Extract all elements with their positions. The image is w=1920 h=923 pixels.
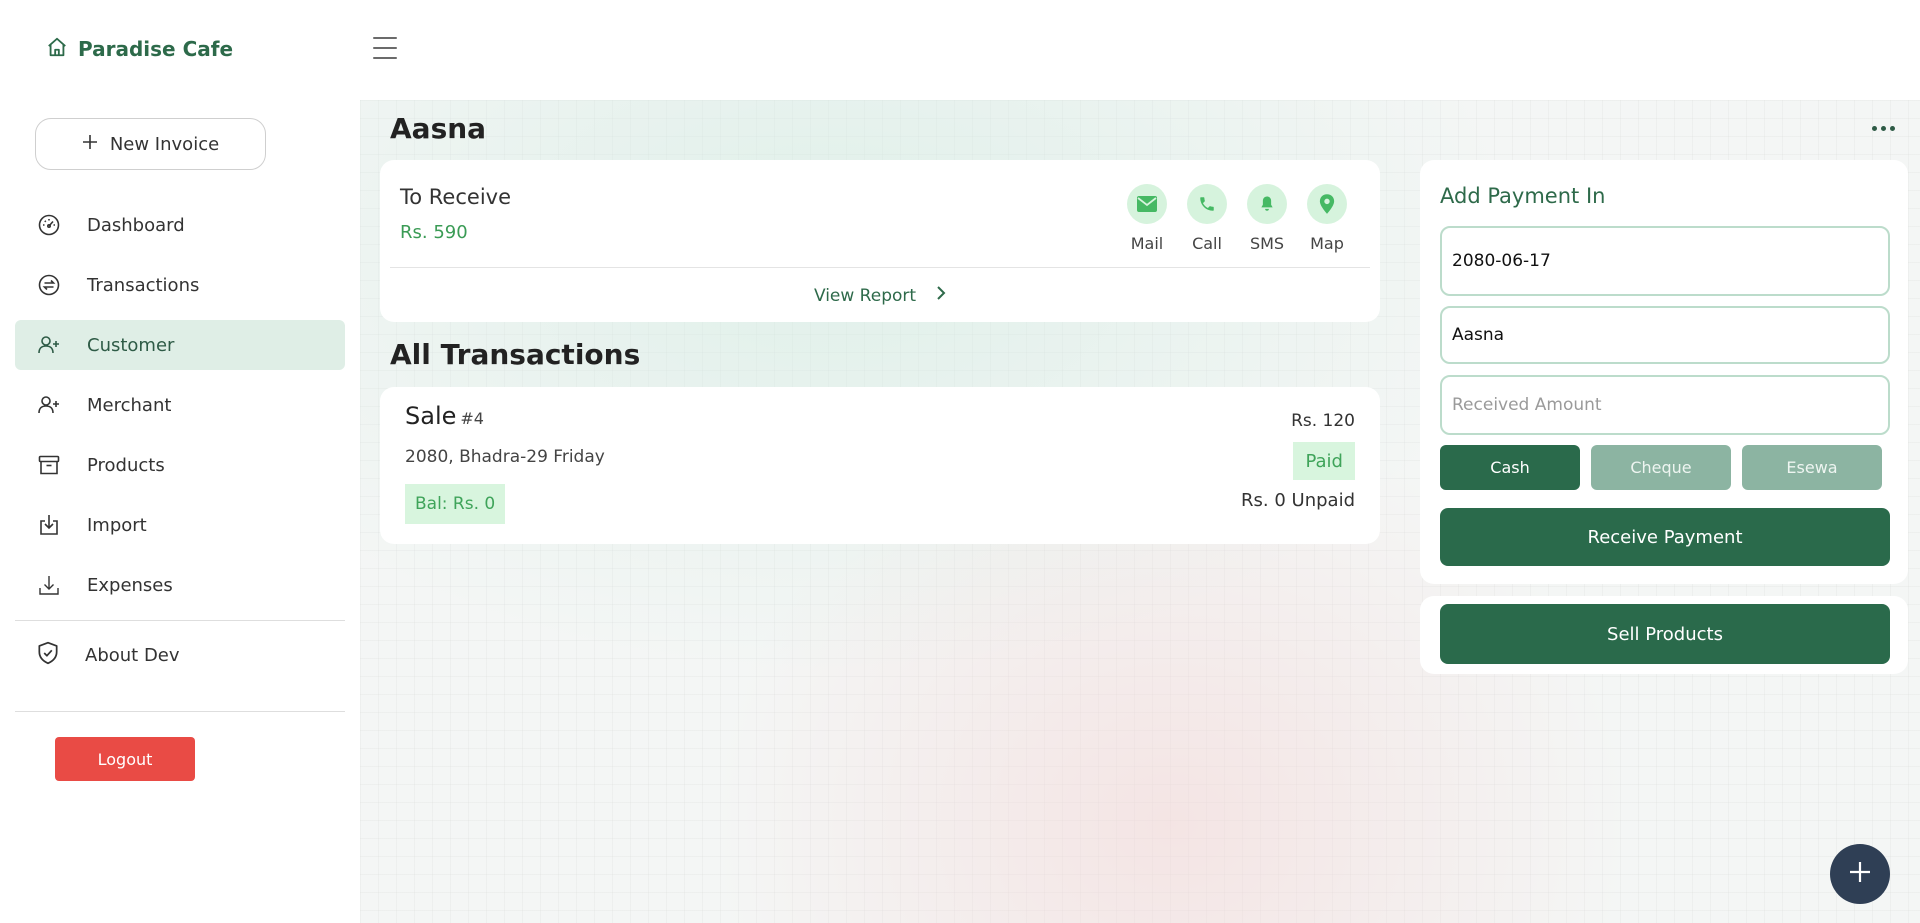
mail-icon [1127, 184, 1167, 224]
sidebar-item-label: Transactions [87, 274, 200, 296]
menu-toggle-icon[interactable] [373, 37, 397, 59]
to-receive-amount: Rs. 590 [400, 222, 468, 243]
status-badge: Paid [1293, 442, 1355, 480]
sidebar-item-transactions[interactable]: Transactions [15, 260, 345, 310]
logout-button[interactable]: Logout [55, 737, 195, 781]
sell-products-card: Sell Products [1420, 596, 1908, 674]
user-plus-icon [35, 391, 63, 419]
gauge-icon [35, 211, 63, 239]
chevron-right-icon [936, 285, 946, 306]
sidebar-divider [15, 620, 345, 621]
plus-icon [1849, 861, 1871, 887]
plus-icon [82, 134, 98, 155]
view-report-link[interactable]: View Report [380, 285, 1380, 306]
payment-method-cheque[interactable]: Cheque [1591, 445, 1731, 490]
home-icon [46, 36, 68, 62]
sidebar-item-merchant[interactable]: Merchant [15, 380, 345, 430]
contact-mail-button[interactable]: Mail [1119, 184, 1175, 253]
brand-name: Paradise Cafe [78, 37, 234, 61]
contact-label: Mail [1130, 234, 1164, 253]
sidebar-item-label: Customer [87, 334, 175, 356]
to-receive-label: To Receive [400, 185, 511, 209]
sidebar-item-products[interactable]: Products [15, 440, 345, 490]
page-title: Aasna [390, 112, 487, 145]
sidebar-item-label: Merchant [87, 394, 172, 416]
contact-call-button[interactable]: Call [1179, 184, 1235, 253]
card-divider [390, 267, 1370, 268]
transaction-amount: Rs. 120 [1291, 411, 1355, 431]
balance-badge: Bal: Rs. 0 [405, 484, 506, 524]
sidebar-item-about-dev[interactable]: About Dev [35, 640, 180, 671]
brand[interactable]: Paradise Cafe [46, 36, 233, 62]
import-icon [35, 511, 63, 539]
sidebar-item-expenses[interactable]: Expenses [15, 560, 345, 610]
sidebar-item-customer[interactable]: Customer [15, 320, 345, 370]
add-payment-card: Add Payment In Cash Cheque Esewa Receive… [1420, 160, 1908, 584]
receive-payment-button[interactable]: Receive Payment [1440, 508, 1890, 566]
sidebar-item-label: Products [87, 454, 165, 476]
user-plus-icon [35, 331, 63, 359]
contact-map-button[interactable]: Map [1299, 184, 1355, 253]
sidebar-divider [15, 711, 345, 712]
shield-check-icon [35, 640, 61, 671]
download-icon [35, 571, 63, 599]
phone-icon [1187, 184, 1227, 224]
view-report-label: View Report [813, 285, 917, 306]
about-dev-label: About Dev [85, 645, 180, 666]
sidebar-item-label: Dashboard [87, 214, 185, 236]
contact-label: Map [1310, 234, 1344, 253]
sidebar-item-import[interactable]: Import [15, 500, 345, 550]
add-fab-button[interactable] [1830, 844, 1890, 904]
date-field[interactable] [1440, 226, 1890, 296]
map-pin-icon [1307, 184, 1347, 224]
add-payment-title: Add Payment In [1440, 184, 1606, 208]
sidebar-nav: Dashboard Transactions Customer Merchant… [15, 200, 345, 620]
bell-icon [1247, 184, 1287, 224]
archive-icon [35, 451, 63, 479]
payment-method-cash[interactable]: Cash [1440, 445, 1580, 490]
sidebar-item-dashboard[interactable]: Dashboard [15, 200, 345, 250]
customer-field[interactable] [1440, 306, 1890, 364]
new-invoice-label: New Invoice [109, 133, 220, 155]
transaction-number: #4 [460, 409, 484, 428]
payment-method-group: Cash Cheque Esewa [1440, 445, 1882, 490]
contact-label: SMS [1249, 234, 1285, 253]
transaction-type: Sale #4 [405, 402, 484, 430]
sidebar-item-label: Import [87, 514, 147, 536]
more-options-icon[interactable] [1872, 126, 1895, 131]
received-amount-input[interactable] [1440, 375, 1890, 435]
sidebar-item-label: Expenses [87, 574, 173, 596]
unpaid-amount: Rs. 0 Unpaid [1241, 490, 1355, 511]
transaction-date: 2080, Bhadra-29 Friday [405, 447, 605, 467]
sidebar: Paradise Cafe New Invoice Dashboard Tran… [0, 0, 360, 923]
transfer-icon [35, 271, 63, 299]
sell-products-button[interactable]: Sell Products [1440, 604, 1890, 664]
contact-sms-button[interactable]: SMS [1239, 184, 1295, 253]
new-invoice-button[interactable]: New Invoice [35, 118, 266, 170]
all-transactions-title: All Transactions [390, 338, 641, 371]
transaction-card[interactable]: Sale #4 2080, Bhadra-29 Friday Bal: Rs. 0… [380, 387, 1380, 544]
to-receive-card: To Receive Rs. 590 Mail Call SMS Map Vie… [380, 160, 1380, 322]
payment-method-esewa[interactable]: Esewa [1742, 445, 1882, 490]
contact-label: Call [1192, 234, 1222, 253]
transaction-type-label: Sale [405, 402, 457, 430]
